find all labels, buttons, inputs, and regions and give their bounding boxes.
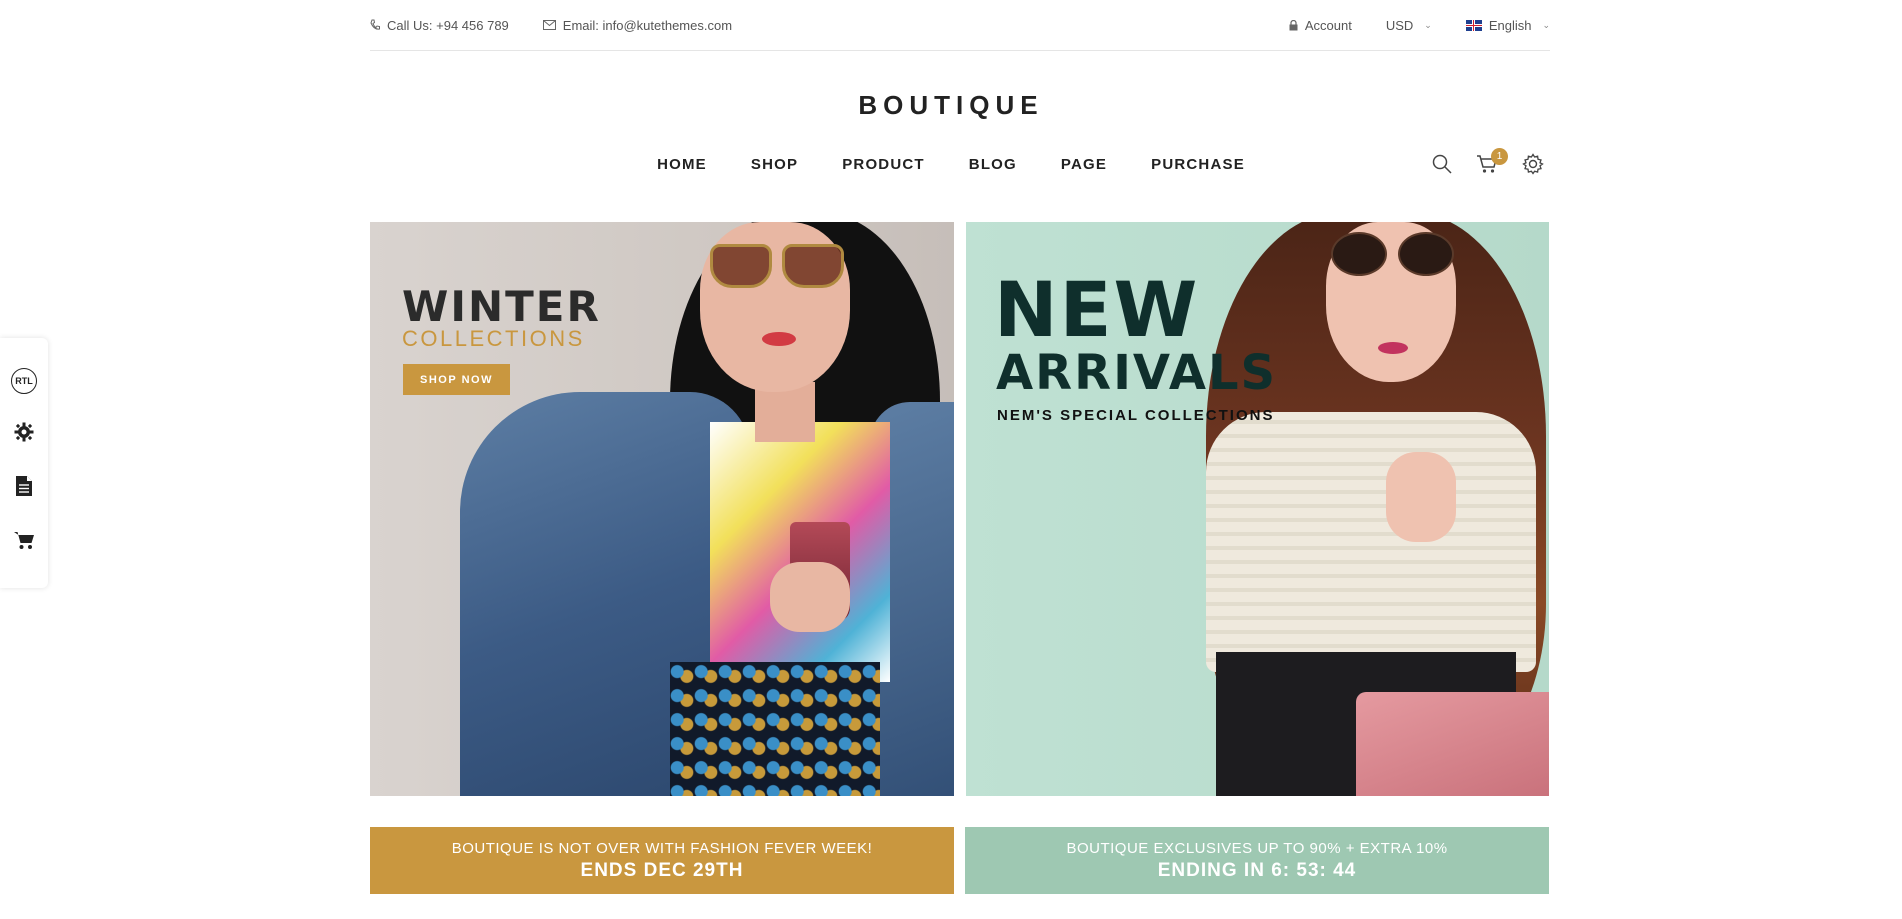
chevron-down-icon: ⌄ [1424, 19, 1432, 30]
cart-count-badge: 1 [1491, 148, 1508, 165]
email-text: Email: info@kutethemes.com [562, 17, 733, 33]
nav-item-purchase[interactable]: PURCHASE [1151, 156, 1245, 173]
chevron-down-icon: ⌄ [1542, 19, 1550, 30]
promo-strip-fashion-week[interactable]: BOUTIQUE IS NOT OVER WITH FASHION FEVER … [370, 827, 954, 894]
nav-item-home[interactable]: HOME [657, 156, 707, 173]
document-icon[interactable] [15, 475, 33, 502]
side-toolbar: RTL [0, 338, 48, 588]
email-contact[interactable]: Email: info@kutethemes.com [542, 17, 733, 33]
shop-now-button[interactable]: SHOP NOW [403, 364, 510, 395]
language-value: English [1488, 17, 1532, 33]
cart-icon[interactable] [13, 530, 35, 555]
promo-text: BOUTIQUE IS NOT OVER WITH FASHION FEVER … [451, 839, 873, 857]
account-label: Account [1304, 17, 1352, 33]
account-link[interactable]: Account [1289, 18, 1352, 33]
winter-collection-banner[interactable]: WINTER COLLECTIONS SHOP NOW [370, 222, 954, 796]
banner-title-arrivals: ARRIVALS [996, 345, 1278, 401]
banner-title: WINTER [402, 282, 601, 331]
settings-gear-icon[interactable] [1522, 153, 1544, 180]
uk-flag-icon [1465, 19, 1482, 31]
nav-item-blog[interactable]: BLOG [969, 156, 1017, 173]
currency-value: USD [1385, 17, 1414, 33]
gear-icon[interactable] [14, 422, 34, 447]
promo-deadline: ENDS DEC 29TH [580, 859, 744, 881]
lock-icon [1289, 19, 1298, 31]
promo-text: BOUTIQUE EXCLUSIVES UP TO 90% + EXTRA 10… [1066, 839, 1448, 857]
nav-item-product[interactable]: PRODUCT [842, 156, 925, 173]
language-select[interactable]: English ⌄ [1465, 17, 1550, 33]
top-bar-right: Account USD ⌄ English ⌄ [1255, 18, 1550, 33]
header-actions: 1 [1432, 148, 1544, 180]
phone-text: Call Us: +94 456 789 [387, 17, 509, 33]
main-nav: HOME SHOP PRODUCT BLOG PAGE PURCHASE [0, 156, 1902, 173]
banner-title-new: NEW [994, 265, 1200, 354]
top-bar: Call Us: +94 456 789 Email: info@kutethe… [370, 0, 1550, 51]
envelope-icon [542, 20, 556, 30]
promo-countdown: ENDING IN 6: 53: 44 [1157, 859, 1357, 881]
rtl-icon[interactable]: RTL [11, 368, 37, 394]
banner-subtitle: COLLECTIONS [402, 326, 585, 351]
cart-button[interactable]: 1 [1476, 148, 1508, 179]
top-bar-left: Call Us: +94 456 789 Email: info@kutethe… [370, 18, 766, 33]
banner-subtitle: NEM'S SPECIAL COLLECTIONS [997, 407, 1275, 424]
promo-strip-exclusives[interactable]: BOUTIQUE EXCLUSIVES UP TO 90% + EXTRA 10… [965, 827, 1549, 894]
site-logo[interactable]: BOUTIQUE [0, 90, 1902, 121]
phone-icon [370, 19, 380, 31]
search-icon[interactable] [1432, 154, 1452, 179]
phone-contact[interactable]: Call Us: +94 456 789 [370, 18, 509, 33]
nav-item-page[interactable]: PAGE [1061, 156, 1107, 173]
currency-select[interactable]: USD ⌄ [1386, 18, 1432, 33]
nav-item-shop[interactable]: SHOP [751, 156, 798, 173]
new-arrivals-banner[interactable]: NEW ARRIVALS NEM'S SPECIAL COLLECTIONS [966, 222, 1549, 796]
